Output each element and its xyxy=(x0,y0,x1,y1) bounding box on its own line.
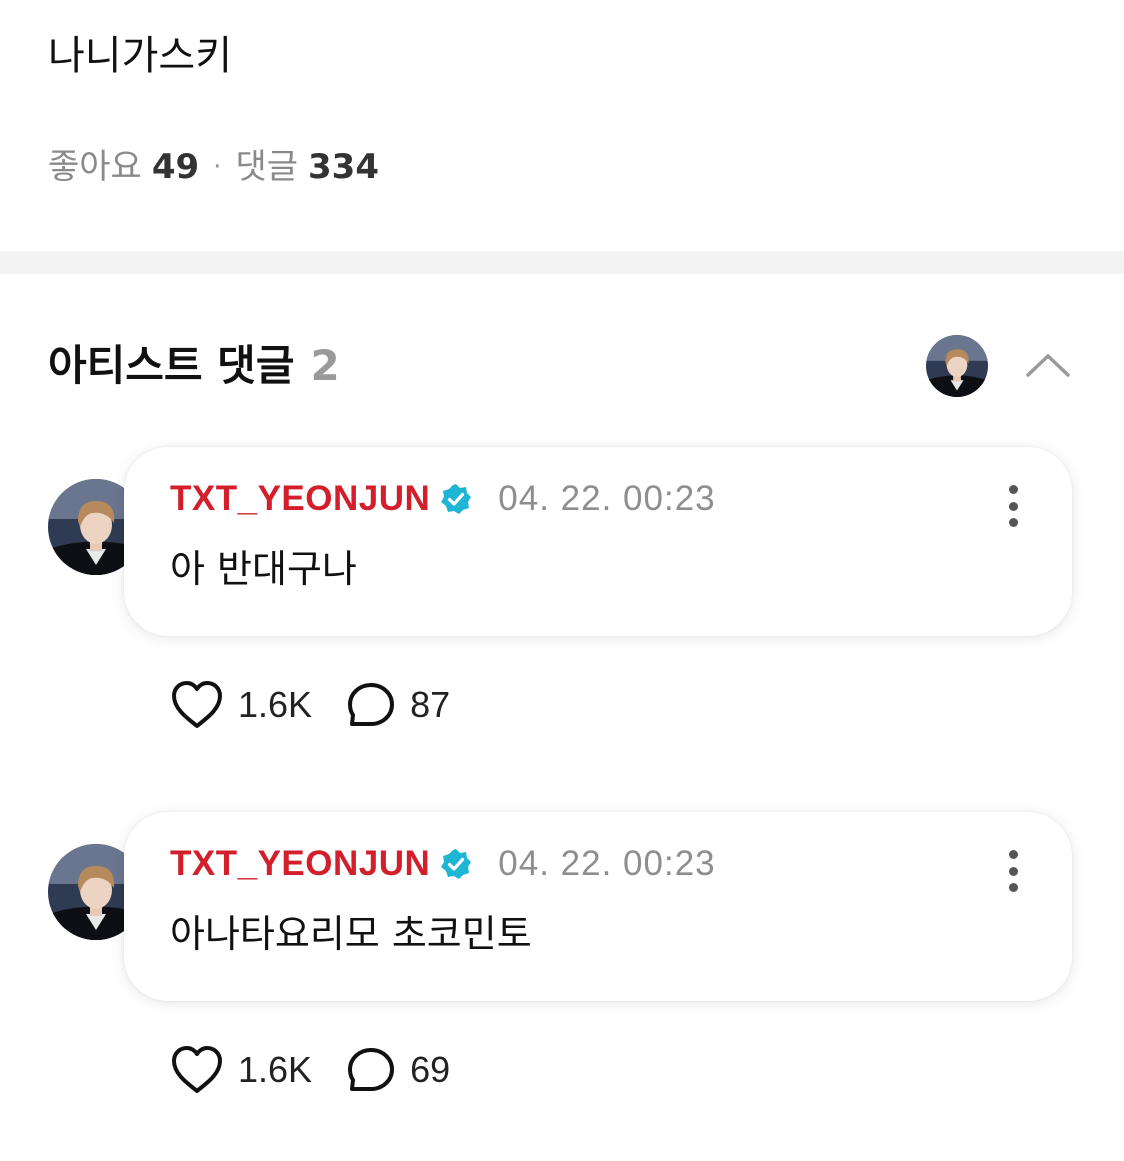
comments-label: 댓글 xyxy=(235,147,298,187)
reply-count: 69 xyxy=(410,1049,451,1090)
likes-count[interactable]: 49 xyxy=(152,140,199,194)
post-text: 나니가스키 xyxy=(48,33,232,79)
reply-button[interactable]: 87 xyxy=(346,681,450,729)
artist-comments-header: 아티스트 댓글 2 xyxy=(48,336,340,396)
comments-count[interactable]: 334 xyxy=(308,140,379,194)
comment-timestamp: 04. 22. 00:23 xyxy=(498,479,716,518)
verified-badge-icon xyxy=(441,484,472,514)
reply-button[interactable]: 69 xyxy=(346,1046,450,1094)
section-divider xyxy=(0,251,1124,274)
comment-header: TXT_YEONJUN 04. 22. 00:23 xyxy=(170,844,716,884)
artist-avatar[interactable] xyxy=(926,335,988,397)
post-stats: 좋아요 49 · 댓글 334 xyxy=(48,140,379,194)
comment-author[interactable]: TXT_YEONJUN xyxy=(170,479,430,519)
comment-actions: 1.6K 69 xyxy=(170,1045,450,1095)
artist-comments-count: 2 xyxy=(310,341,340,390)
like-count: 1.6K xyxy=(238,1049,313,1090)
comment-text: 아 반대구나 xyxy=(170,547,357,591)
comment-bubble-icon xyxy=(348,683,395,726)
reply-count: 87 xyxy=(410,684,451,725)
artist-comments-title: 아티스트 댓글 xyxy=(48,341,295,390)
comment-header: TXT_YEONJUN 04. 22. 00:23 xyxy=(170,479,716,519)
comment-bubble: TXT_YEONJUN 04. 22. 00:23 아 반대구나 xyxy=(124,447,1072,636)
collapse-button[interactable] xyxy=(1020,340,1076,390)
heart-icon xyxy=(172,1046,222,1093)
like-button[interactable]: 1.6K xyxy=(170,680,312,730)
more-options-icon[interactable] xyxy=(1006,850,1020,892)
like-count: 1.6K xyxy=(238,684,313,725)
likes-label: 좋아요 xyxy=(48,147,142,187)
chevron-up-icon xyxy=(1026,354,1070,377)
verified-badge-icon xyxy=(441,849,472,879)
comment-author[interactable]: TXT_YEONJUN xyxy=(170,844,430,884)
comment-actions: 1.6K 87 xyxy=(170,680,450,730)
heart-icon xyxy=(172,681,222,728)
comment-bubble: TXT_YEONJUN 04. 22. 00:23 아나타요리모 초코민토 xyxy=(124,812,1072,1001)
stat-separator: · xyxy=(213,152,222,182)
comment-timestamp: 04. 22. 00:23 xyxy=(498,844,716,883)
like-button[interactable]: 1.6K xyxy=(170,1045,312,1095)
comment-text: 아나타요리모 초코민토 xyxy=(170,912,532,956)
more-options-icon[interactable] xyxy=(1006,485,1020,527)
comment-bubble-icon xyxy=(348,1048,395,1091)
